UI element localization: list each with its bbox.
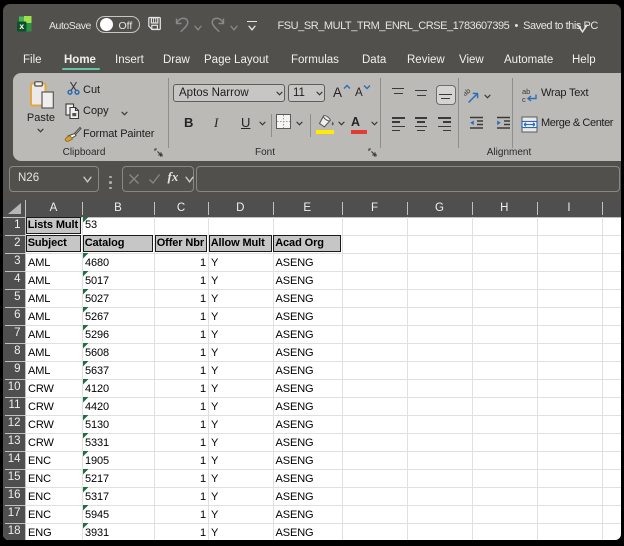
svg-text:x: x xyxy=(19,21,24,31)
svg-text:ab: ab xyxy=(464,88,472,98)
svg-text:c: c xyxy=(522,95,526,104)
